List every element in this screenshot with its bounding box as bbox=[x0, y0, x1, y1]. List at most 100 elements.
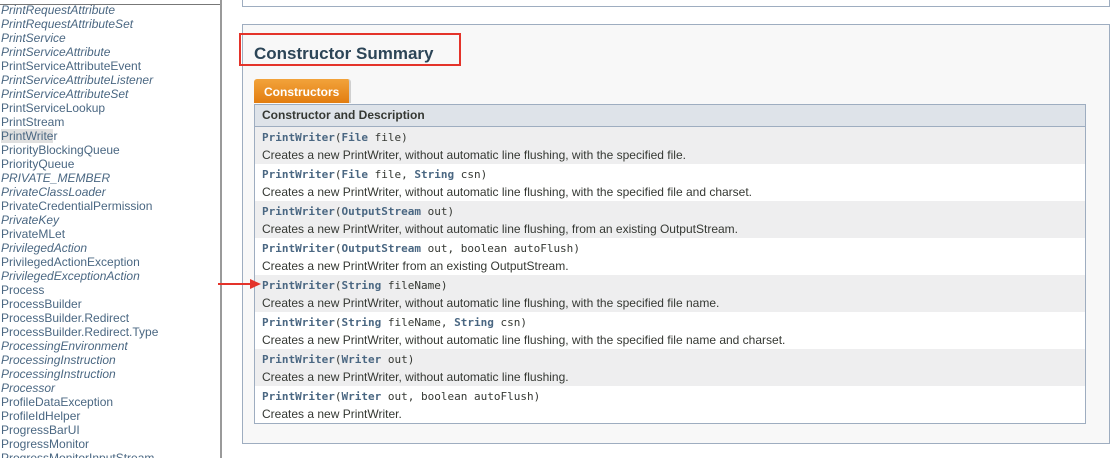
constructor-name-link[interactable]: PrintWriter bbox=[262, 353, 335, 366]
class-link[interactable]: PrintRequestAttribute bbox=[1, 3, 115, 17]
class-link[interactable]: PriorityBlockingQueue bbox=[1, 143, 120, 157]
selection-highlight: PrintWrite bbox=[1, 129, 54, 143]
class-link[interactable]: ProgressMonitor bbox=[1, 437, 89, 451]
class-link[interactable]: PrivateKey bbox=[1, 213, 59, 227]
class-link[interactable]: PrivilegedActionException bbox=[1, 255, 140, 269]
class-list-item: PrivilegedActionException bbox=[0, 255, 158, 269]
class-link[interactable]: ProfileDataException bbox=[1, 395, 113, 409]
class-link[interactable]: PrintWriter bbox=[1, 129, 57, 143]
class-link[interactable]: PrintServiceLookup bbox=[1, 101, 105, 115]
constructor-name-link[interactable]: PrintWriter bbox=[262, 131, 335, 144]
param-type-link[interactable]: OutputStream bbox=[341, 242, 420, 255]
class-list-item: ProgressMonitor bbox=[0, 437, 158, 451]
constructor-signature: PrintWriter(String fileName, String csn) bbox=[262, 316, 527, 329]
param-type-link[interactable]: Writer bbox=[341, 353, 381, 366]
class-list-item: ProfileIdHelper bbox=[0, 409, 158, 423]
class-link[interactable]: PrivateCredentialPermission bbox=[1, 199, 152, 213]
previous-section-block bbox=[242, 0, 1110, 7]
param-type-link[interactable]: OutputStream bbox=[341, 205, 420, 218]
constructor-signature: PrintWriter(File file, String csn) bbox=[262, 168, 488, 181]
class-link[interactable]: ProgressBarUI bbox=[1, 423, 80, 437]
class-link[interactable]: PrivilegedExceptionAction bbox=[1, 269, 140, 283]
class-link[interactable]: ProcessBuilder.Redirect.Type bbox=[1, 325, 158, 339]
param-name: file bbox=[374, 168, 402, 181]
class-list-frame: PrintRequestAttribute PrintRequestAttribu… bbox=[0, 0, 222, 458]
param-type-link[interactable]: String bbox=[341, 316, 381, 329]
class-list-item: PrintServiceAttributeEvent bbox=[0, 59, 158, 73]
class-link[interactable]: PrintServiceAttributeListener bbox=[1, 73, 153, 87]
table-row: PrintWriter(File file, String csn) Create… bbox=[255, 164, 1085, 201]
constructor-description: Creates a new PrintWriter, without autom… bbox=[262, 296, 720, 310]
param-type-link[interactable]: File bbox=[341, 131, 368, 144]
class-link[interactable]: PrintServiceAttributeSet bbox=[1, 87, 128, 101]
param-type-link[interactable]: String bbox=[454, 316, 494, 329]
class-link[interactable]: PrivilegedAction bbox=[1, 241, 87, 255]
class-link[interactable]: ProfileIdHelper bbox=[1, 409, 80, 423]
table-row: PrintWriter(Writer out) Creates a new Pri… bbox=[255, 349, 1085, 386]
param-name: fileName bbox=[387, 316, 441, 329]
class-link[interactable]: PriorityQueue bbox=[1, 157, 74, 171]
constructor-name-link[interactable]: PrintWriter bbox=[262, 279, 335, 292]
class-link[interactable]: PrintRequestAttributeSet bbox=[1, 17, 133, 31]
class-link[interactable]: PrintStream bbox=[1, 115, 64, 129]
constructor-name-link[interactable]: PrintWriter bbox=[262, 205, 335, 218]
class-link[interactable]: ProcessingInstruction bbox=[1, 367, 116, 381]
constructor-name-link[interactable]: PrintWriter bbox=[262, 168, 335, 181]
class-list-item: PriorityBlockingQueue bbox=[0, 143, 158, 157]
class-list-item: Processor bbox=[0, 381, 158, 395]
class-link[interactable]: PrivateClassLoader bbox=[1, 185, 106, 199]
class-list-item: ProcessBuilder bbox=[0, 297, 158, 311]
constructor-description: Creates a new PrintWriter, without autom… bbox=[262, 148, 686, 162]
constructor-description: Creates a new PrintWriter, without autom… bbox=[262, 222, 738, 236]
class-list: PrintRequestAttribute PrintRequestAttribu… bbox=[0, 3, 158, 458]
class-link[interactable]: PRIVATE_MEMBER bbox=[1, 171, 110, 185]
table-body: PrintWriter(File file) Creates a new Prin… bbox=[255, 127, 1085, 423]
param-name: csn bbox=[460, 168, 481, 181]
class-list-item: PrivilegedExceptionAction bbox=[0, 269, 158, 283]
param-name: autoFlush bbox=[513, 242, 574, 255]
class-list-item: ProcessingInstruction bbox=[0, 353, 158, 367]
class-list-item: PRIVATE_MEMBER bbox=[0, 171, 158, 185]
class-link[interactable]: Process bbox=[1, 283, 44, 297]
class-link[interactable]: PrivateMLet bbox=[1, 227, 65, 241]
param-name: out bbox=[427, 242, 448, 255]
class-link[interactable]: PrintServiceAttribute bbox=[1, 45, 110, 59]
class-list-item: PrivateCredentialPermission bbox=[0, 199, 158, 213]
constructor-description: Creates a new PrintWriter, without autom… bbox=[262, 185, 753, 199]
class-link[interactable]: ProcessBuilder.Redirect bbox=[1, 311, 129, 325]
param-type-link[interactable]: Writer bbox=[341, 390, 381, 403]
highlight-box bbox=[239, 33, 461, 66]
param-name: out bbox=[387, 353, 408, 366]
param-type: boolean bbox=[420, 390, 468, 403]
class-link[interactable]: ProcessingInstruction bbox=[1, 353, 116, 367]
constructor-signature: PrintWriter(OutputStream out, boolean au… bbox=[262, 242, 580, 255]
class-link[interactable]: ProcessBuilder bbox=[1, 297, 82, 311]
class-list-item: PrintServiceAttributeListener bbox=[0, 73, 158, 87]
class-list-item: PrivilegedAction bbox=[0, 241, 158, 255]
constructor-signature: PrintWriter(Writer out) bbox=[262, 353, 415, 366]
constructor-name-link[interactable]: PrintWriter bbox=[262, 316, 335, 329]
tab-constructors[interactable]: Constructors bbox=[254, 79, 352, 103]
param-type-link[interactable]: File bbox=[341, 168, 368, 181]
param-type-link[interactable]: String bbox=[414, 168, 454, 181]
param-name: out bbox=[387, 390, 408, 403]
class-list-item: ProgressMonitorInputStream bbox=[0, 451, 158, 458]
constructor-description: Creates a new PrintWriter. bbox=[262, 407, 402, 421]
table-row: PrintWriter(OutputStream out) Creates a n… bbox=[255, 201, 1085, 238]
param-name: autoFlush bbox=[473, 390, 534, 403]
param-name: fileName bbox=[387, 279, 441, 292]
constructor-description: Creates a new PrintWriter, without autom… bbox=[262, 333, 786, 347]
class-list-item: ProcessBuilder.Redirect.Type bbox=[0, 325, 158, 339]
class-link[interactable]: ProgressMonitorInputStream bbox=[1, 451, 154, 458]
class-link[interactable]: Processor bbox=[1, 381, 55, 395]
constructor-description: Creates a new PrintWriter, without autom… bbox=[262, 370, 569, 384]
table-row: PrintWriter(Writer out, boolean autoFlus… bbox=[255, 386, 1085, 423]
param-type-link[interactable]: String bbox=[341, 279, 381, 292]
class-list-item: PrintService bbox=[0, 31, 158, 45]
class-list-item: PrivateClassLoader bbox=[0, 185, 158, 199]
constructor-name-link[interactable]: PrintWriter bbox=[262, 390, 335, 403]
class-link[interactable]: ProcessingEnvironment bbox=[1, 339, 128, 353]
class-link[interactable]: PrintServiceAttributeEvent bbox=[1, 59, 141, 73]
constructor-name-link[interactable]: PrintWriter bbox=[262, 242, 335, 255]
class-link[interactable]: PrintService bbox=[1, 31, 66, 45]
